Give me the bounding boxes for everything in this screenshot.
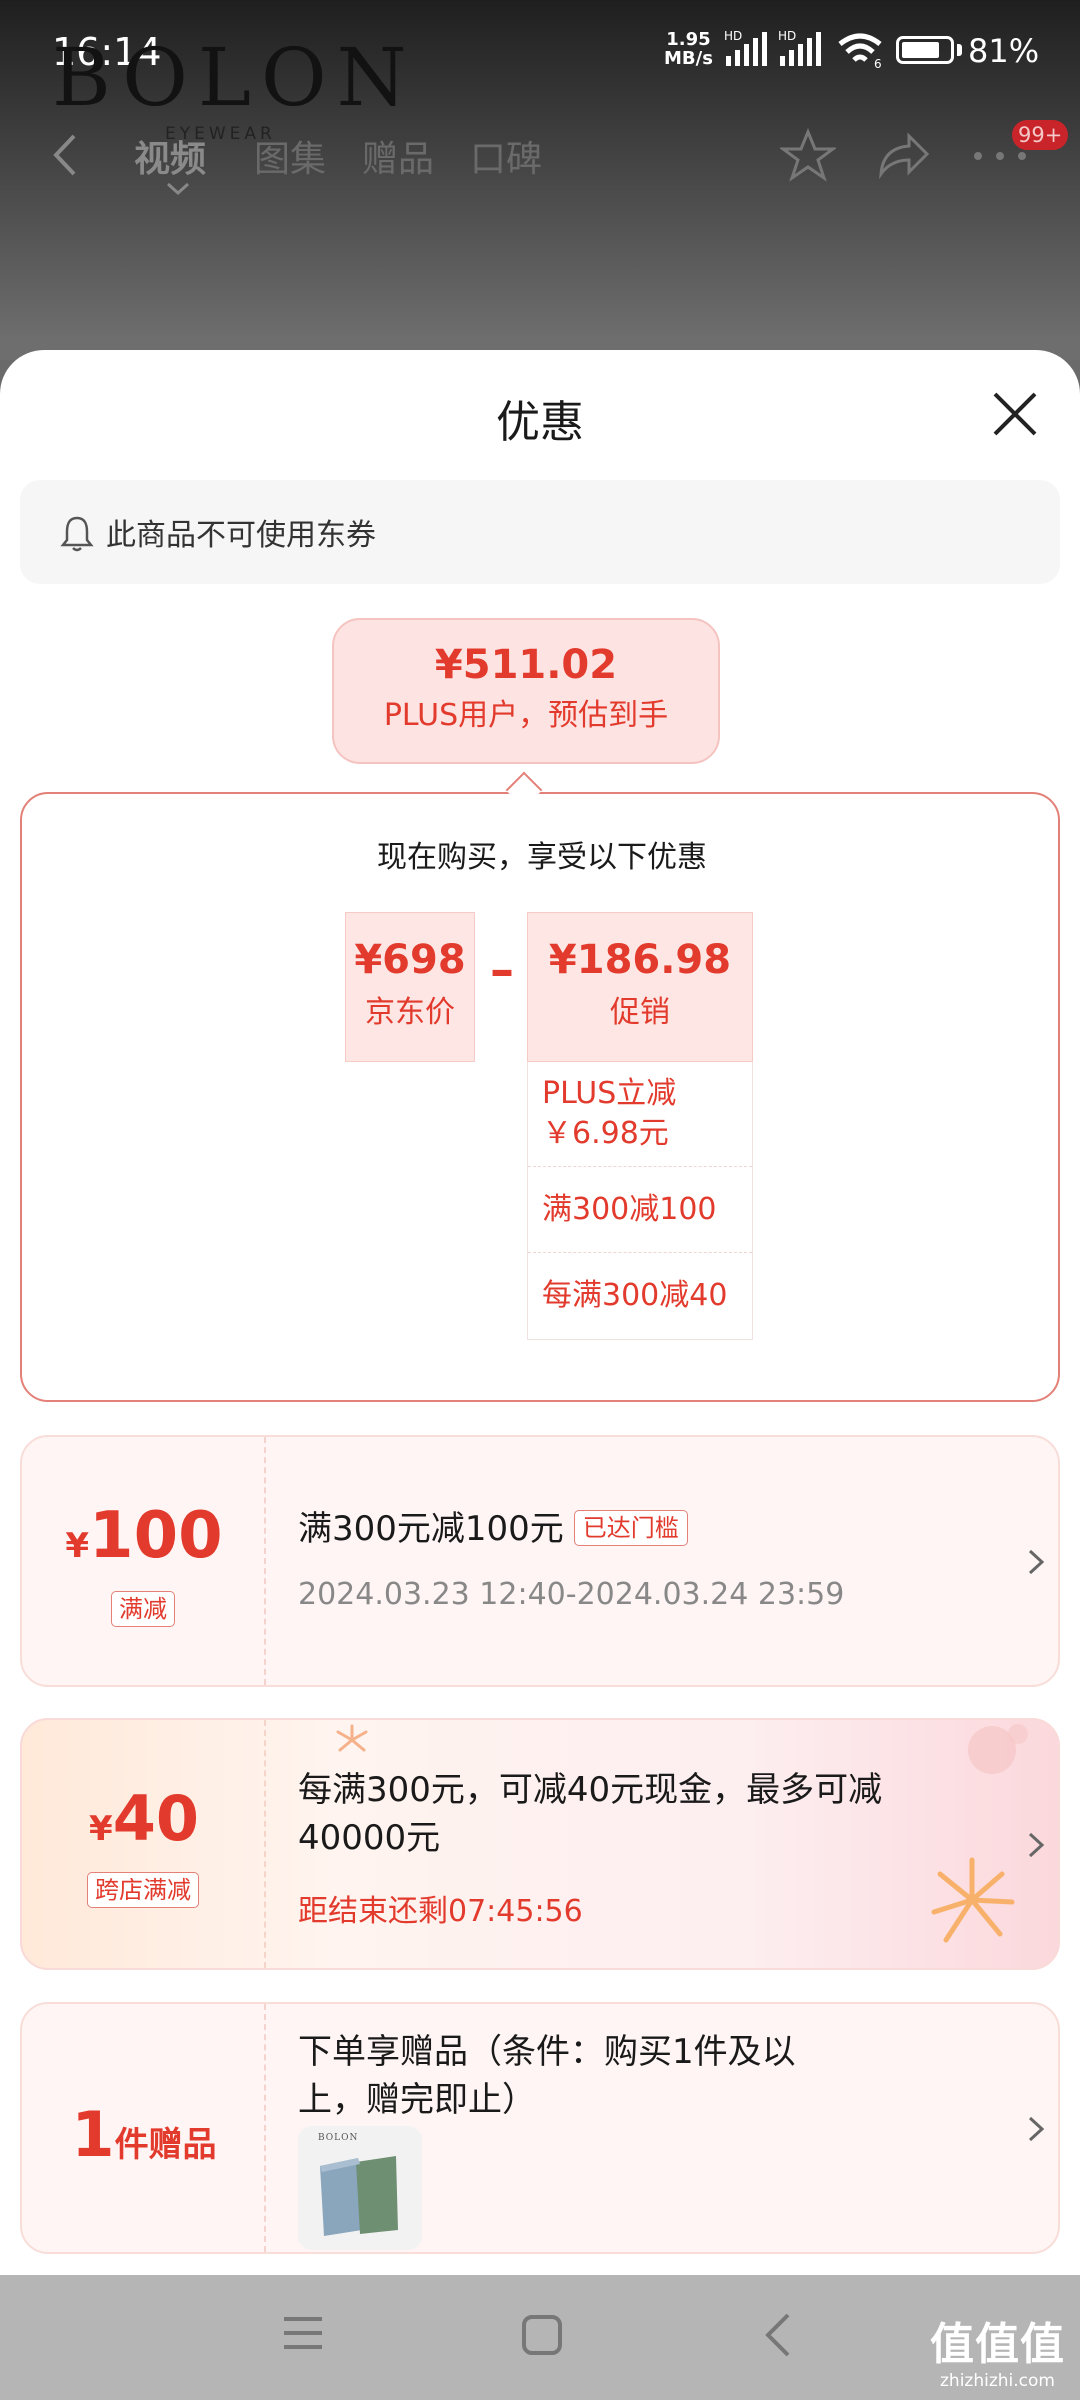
discount-sheet: 优惠 此商品不可使用东券 ¥511.02 PLUS用户，预估到手 现在购买，享受…	[0, 350, 1080, 2275]
sparkle-decoration	[931, 1857, 1015, 1943]
promo-item-300-100: 满300减100	[528, 1167, 752, 1253]
breakdown-heading: 现在购买，享受以下优惠	[377, 840, 707, 875]
battery-level	[902, 42, 939, 58]
battery-percent: 81%	[968, 32, 1040, 70]
card-validity: 2024.03.23 12:40-2024.03.24 23:59	[298, 1577, 845, 1612]
minus-sign: –	[490, 942, 514, 998]
estimated-price-bubble: ¥511.02 PLUS用户，预估到手	[332, 618, 720, 764]
card-type-tag: 跨店满减	[87, 1872, 199, 1908]
tab-reviews[interactable]: 口碑	[470, 130, 542, 182]
bubble-decoration	[968, 1724, 1028, 1774]
svg-text:HD: HD	[724, 30, 742, 43]
gift-count: 1件赠品	[71, 2098, 217, 2171]
more-icon[interactable]	[972, 150, 1028, 162]
gift-thumbnail[interactable]: BOLON	[298, 2126, 422, 2250]
sparkle-decoration	[336, 1724, 368, 1752]
jd-price: ¥698	[354, 937, 466, 983]
home-icon[interactable]	[520, 2313, 564, 2357]
jd-price-cell: ¥698 京东价	[345, 912, 475, 1062]
card-amount: ¥40	[89, 1782, 199, 1855]
sheet-title: 优惠	[496, 397, 584, 448]
tab-gallery[interactable]: 图集	[254, 130, 326, 182]
card-amount: ¥100	[65, 1499, 223, 1573]
chevron-right-icon	[1028, 1832, 1045, 1858]
card-amount-area: 1件赠品	[22, 2004, 266, 2252]
favorite-star-icon[interactable]	[780, 128, 836, 184]
chevron-right-icon	[1028, 1549, 1045, 1575]
card-amount-area: ¥100 满减	[22, 1437, 266, 1685]
promo-price-cell: ¥186.98 促销	[527, 912, 753, 1062]
discount-card-full-reduction[interactable]: ¥100 满减 满300元减100元 已达门槛 2024.03.23 12:40-…	[20, 1435, 1060, 1687]
jd-price-label: 京东价	[365, 995, 455, 1030]
signal-2-icon: HD	[778, 30, 821, 66]
back-icon[interactable]	[760, 2311, 794, 2359]
svg-text:6: 6	[874, 57, 882, 70]
discount-card-cross-store[interactable]: ¥40 跨店满减 每满300元，可减40元现金，最多可减40000元 距结束还剩…	[20, 1718, 1060, 1970]
battery-icon	[896, 36, 954, 64]
system-navigation-bar	[0, 2275, 1080, 2400]
card-title: 满300元减100元 已达门槛	[298, 1505, 688, 1553]
estimated-price: ¥511.02	[434, 642, 618, 688]
card-type-tag: 满减	[111, 1591, 175, 1627]
price-breakdown-box: 现在购买，享受以下优惠 ¥698 京东价 – ¥186.98 促销 PLUS立减…	[20, 792, 1060, 1402]
brand-logo: BOLON	[52, 31, 417, 124]
battery-tip	[957, 44, 962, 56]
countdown-text: 距结束还剩07:45:56	[298, 1894, 583, 1929]
card-amount-area: ¥40 跨店满减	[22, 1720, 266, 1968]
watermark: 值值值 zhizhizhi.com	[930, 2319, 1065, 2392]
svg-text:HD: HD	[778, 30, 796, 43]
coupon-notice-bar: 此商品不可使用东券	[20, 480, 1060, 584]
wifi-icon: 6	[838, 33, 882, 70]
chevron-right-icon	[1028, 2116, 1045, 2142]
tab-indicator	[166, 182, 190, 196]
promo-item-plus: PLUS立减 ￥6.98元	[528, 1062, 752, 1167]
card-title: 下单享赠品（条件：购买1件及以上，赠完即止）	[298, 2032, 796, 2120]
bell-icon	[60, 516, 94, 552]
network-speed: 1.95 MB/s	[664, 29, 713, 69]
card-title: 每满300元，可减40元现金，最多可减40000元	[298, 1770, 883, 1858]
close-icon[interactable]	[985, 384, 1045, 444]
gift-card[interactable]: 1件赠品 下单享赠品（条件：购买1件及以上，赠完即止） BOLON	[20, 2002, 1060, 2254]
background-product-page: 16:14 1.95 MB/s HD HD 6 81% BOLON EYEWEA…	[0, 0, 1080, 360]
estimated-price-label: PLUS用户，预估到手	[383, 698, 669, 733]
back-arrow-icon[interactable]	[48, 130, 80, 180]
tab-video[interactable]: 视频	[134, 130, 206, 182]
svg-text:BOLON: BOLON	[318, 2133, 358, 2143]
notice-text: 此商品不可使用东券	[106, 518, 376, 553]
signal-1-icon: HD	[724, 30, 767, 66]
promo-item-list: PLUS立减 ￥6.98元 满300减100 每满300减40	[527, 1062, 753, 1340]
promo-price-label: 促销	[610, 995, 670, 1030]
recent-apps-icon[interactable]	[280, 2311, 326, 2355]
promo-price: ¥186.98	[548, 937, 732, 983]
tab-gifts[interactable]: 赠品	[362, 130, 434, 182]
promo-item-300-40: 每满300减40	[542, 1278, 728, 1313]
gift-image: BOLON	[318, 2133, 398, 2236]
share-icon[interactable]	[875, 128, 931, 184]
message-badge: 99+	[1012, 120, 1069, 150]
threshold-reached-badge: 已达门槛	[573, 1510, 688, 1546]
